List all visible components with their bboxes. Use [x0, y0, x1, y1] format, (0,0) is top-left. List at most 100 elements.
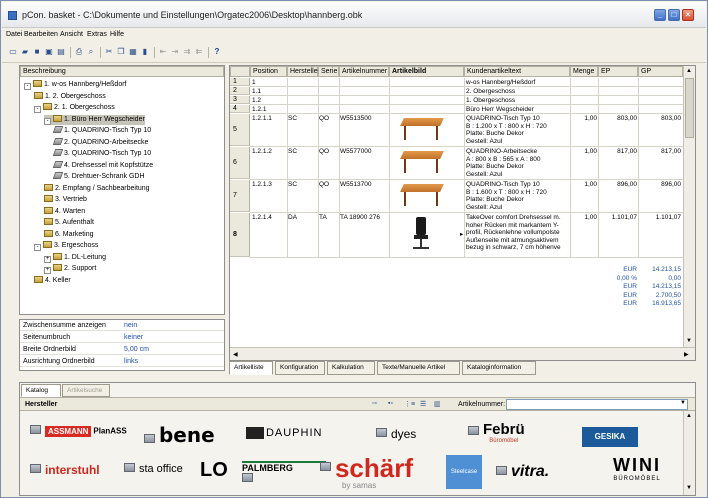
tree-node[interactable]: 3. Vertrieb	[44, 195, 87, 204]
tree-node[interactable]: - 3. Ergeschoss	[34, 241, 98, 251]
tree-node[interactable]: 1. 2. Obergeschoss	[34, 91, 106, 101]
cell-hersteller[interactable]: SC	[288, 115, 316, 123]
tree-node[interactable]: 1. QUADRINO-Tisch Typ 10	[52, 126, 151, 135]
row-header[interactable]: 8	[230, 213, 250, 257]
tab-texte-manuelle-artikel[interactable]: Texte/Manuelle Artikel	[377, 361, 460, 375]
tree-node[interactable]: 6. Marketing	[44, 229, 94, 239]
tree-node[interactable]: 2. Empfang / Sachbearbeitung	[44, 183, 150, 193]
col-hersteller[interactable]: Hersteller	[287, 66, 320, 77]
delete-icon[interactable]: ▮	[140, 47, 150, 57]
cell-ep[interactable]: 803,00	[601, 115, 637, 123]
scroll-up-icon[interactable]: ▲	[686, 413, 692, 419]
cell-gp[interactable]: 896,00	[640, 181, 681, 189]
cell-serie[interactable]: QO	[319, 181, 337, 189]
cell-gp[interactable]: 1.101,07	[640, 214, 681, 222]
cell-artikelnummer[interactable]: W5513700	[340, 181, 388, 189]
row-header[interactable]: 2	[230, 87, 250, 95]
insert-icon[interactable]: ⇉	[182, 47, 192, 57]
scroll-down-icon[interactable]: ▼	[686, 485, 692, 491]
collapse-icon[interactable]: -	[34, 244, 41, 251]
open-icon[interactable]: ▰	[20, 47, 30, 57]
tree-node[interactable]: 5. Drehtuer-Schrank GDH	[52, 172, 145, 181]
cell-kundenartikeltext[interactable]: bezug in schwarz, 7 cm höhenve	[466, 244, 569, 252]
tree-node[interactable]: - 1. w-os Hannberg/Heßdorf	[24, 80, 126, 90]
cell-kundenartikeltext[interactable]: QUADRINO-Tisch Typ 10	[466, 115, 569, 123]
prop-row[interactable]: Breite Ordnerbild 5,00 cm	[20, 345, 224, 355]
logo-vitra[interactable]: vitra.	[496, 463, 576, 489]
cell-kundenartikeltext[interactable]: Platte: Buche Dekor	[466, 163, 569, 171]
cell-hersteller[interactable]: SC	[288, 181, 316, 189]
artikelnummer-input[interactable]	[506, 399, 688, 410]
grid-horizontal-scrollbar[interactable]: ◀ ▶	[230, 347, 695, 360]
cell-gp[interactable]: 803,00	[640, 115, 681, 123]
view-icons-icon[interactable]: ▫▫	[372, 400, 377, 407]
cell-kundenartikeltext[interactable]: B : 1.200 x T : 800 x H : 720	[466, 123, 569, 131]
row-header[interactable]: 7	[230, 180, 250, 212]
col-ep[interactable]: EP	[598, 66, 638, 77]
cell-serie[interactable]: QO	[319, 115, 337, 123]
tab-kataloginformation[interactable]: Kataloginformation	[462, 361, 536, 375]
logo-dyes[interactable]: dyes	[376, 427, 446, 449]
cell-kundenartikeltext[interactable]: QUADRINO-Arbeitsecke	[466, 148, 569, 156]
cell-hersteller[interactable]: SC	[288, 148, 316, 156]
tree-node[interactable]: 4. Warten	[44, 206, 85, 216]
tree-node[interactable]: +1. DL-Leitung	[44, 252, 106, 263]
col-artikelbild[interactable]: Artikelbild	[389, 66, 464, 77]
cell-position[interactable]: 1.2.1.2	[252, 148, 286, 156]
cell-hersteller[interactable]: DA	[288, 214, 316, 222]
logo-assmann[interactable]: ASSMANN PlanASS	[30, 425, 138, 449]
prop-value[interactable]: links	[124, 358, 138, 365]
tab-artikelsuche[interactable]: Artikelsuche	[62, 384, 110, 397]
prop-row[interactable]: Seitenumbruch keiner	[20, 333, 224, 343]
tree-node[interactable]: - 1. Büro Herr Wegscheider	[44, 114, 145, 125]
col-menge[interactable]: Menge	[570, 66, 598, 77]
cell-menge[interactable]: 1,00	[573, 214, 597, 222]
tree-node[interactable]: 2. QUADRINO-Arbeitsecke	[52, 137, 148, 147]
cell-menge[interactable]: 1,00	[573, 115, 597, 123]
expand-icon[interactable]: +	[44, 255, 51, 263]
chevron-down-icon[interactable]: ▼	[680, 400, 686, 406]
scroll-up-icon[interactable]: ▲	[686, 68, 692, 74]
menu-bearbeiten[interactable]: Bearbeiten	[24, 31, 58, 38]
logo-gesika[interactable]: GESIKA	[582, 427, 638, 447]
prop-value[interactable]: nein	[124, 322, 137, 329]
logo-interstuhl[interactable]: interstuhl	[30, 463, 120, 487]
save-icon[interactable]: ■	[32, 47, 42, 57]
cell-kundenartikeltext[interactable]: profil, Rückenlehne vollumpolste	[466, 229, 569, 237]
cell-position[interactable]: 1.2.1.3	[252, 181, 286, 189]
row-header[interactable]: 5	[230, 114, 250, 146]
cell-kundenartikeltext[interactable]: QUADRINO-Tisch Typ 10	[466, 181, 569, 189]
collapse-icon[interactable]: -	[24, 83, 31, 90]
cell-position[interactable]: 1.2.1.4	[252, 214, 286, 222]
cell-gp[interactable]: 817,00	[640, 148, 681, 156]
copy-icon[interactable]: ❐	[116, 47, 126, 57]
logo-bene[interactable]: bene	[144, 423, 224, 451]
cell-ep[interactable]: 817,00	[601, 148, 637, 156]
logo-wini[interactable]: WINI BÜROMÖBEL	[602, 455, 672, 491]
row-header[interactable]: 1	[230, 78, 250, 86]
tab-artikelliste[interactable]: Artikelliste	[229, 361, 273, 375]
print-preview-icon[interactable]: ⌕	[86, 47, 96, 57]
cell-serie[interactable]: QO	[319, 148, 337, 156]
outdent-icon[interactable]: ⇥	[170, 47, 180, 57]
cell-kundenartikeltext[interactable]: Gestell: Azul	[466, 171, 569, 179]
row-header[interactable]: 4	[230, 105, 250, 113]
collapse-icon[interactable]: -	[34, 106, 41, 113]
maximize-button[interactable]: □	[668, 9, 680, 21]
cell-artikelnummer[interactable]: W5513500	[340, 115, 388, 123]
cell-kundenartikeltext[interactable]: B : 1.600 x T : 800 x H : 720	[466, 189, 569, 197]
scroll-thumb[interactable]	[685, 78, 694, 138]
logo-lo[interactable]: LO	[200, 459, 236, 487]
tab-kalkulation[interactable]: Kalkulation	[327, 361, 375, 375]
cell-artikelnummer[interactable]: TA 18900 276	[340, 214, 388, 222]
cell-kundenartikeltext[interactable]: Gestell: Azul	[466, 204, 569, 212]
view-details-icon[interactable]: ▥	[434, 400, 441, 408]
print-setup-icon[interactable]: ▤	[56, 47, 66, 57]
prop-row[interactable]: Ausrichtung Ordnerbild links	[20, 357, 224, 367]
view-tree-icon[interactable]: ⋮≡	[404, 400, 415, 408]
grid-vertical-scrollbar[interactable]: ▲ ▼	[683, 66, 695, 347]
help-icon[interactable]: ?	[212, 47, 222, 57]
logo-sta-office[interactable]: sta office	[124, 463, 200, 487]
tree-node[interactable]: 4. Drehsessel mit Kopfstütze	[52, 160, 153, 170]
print-icon[interactable]: ⎙	[74, 47, 84, 57]
